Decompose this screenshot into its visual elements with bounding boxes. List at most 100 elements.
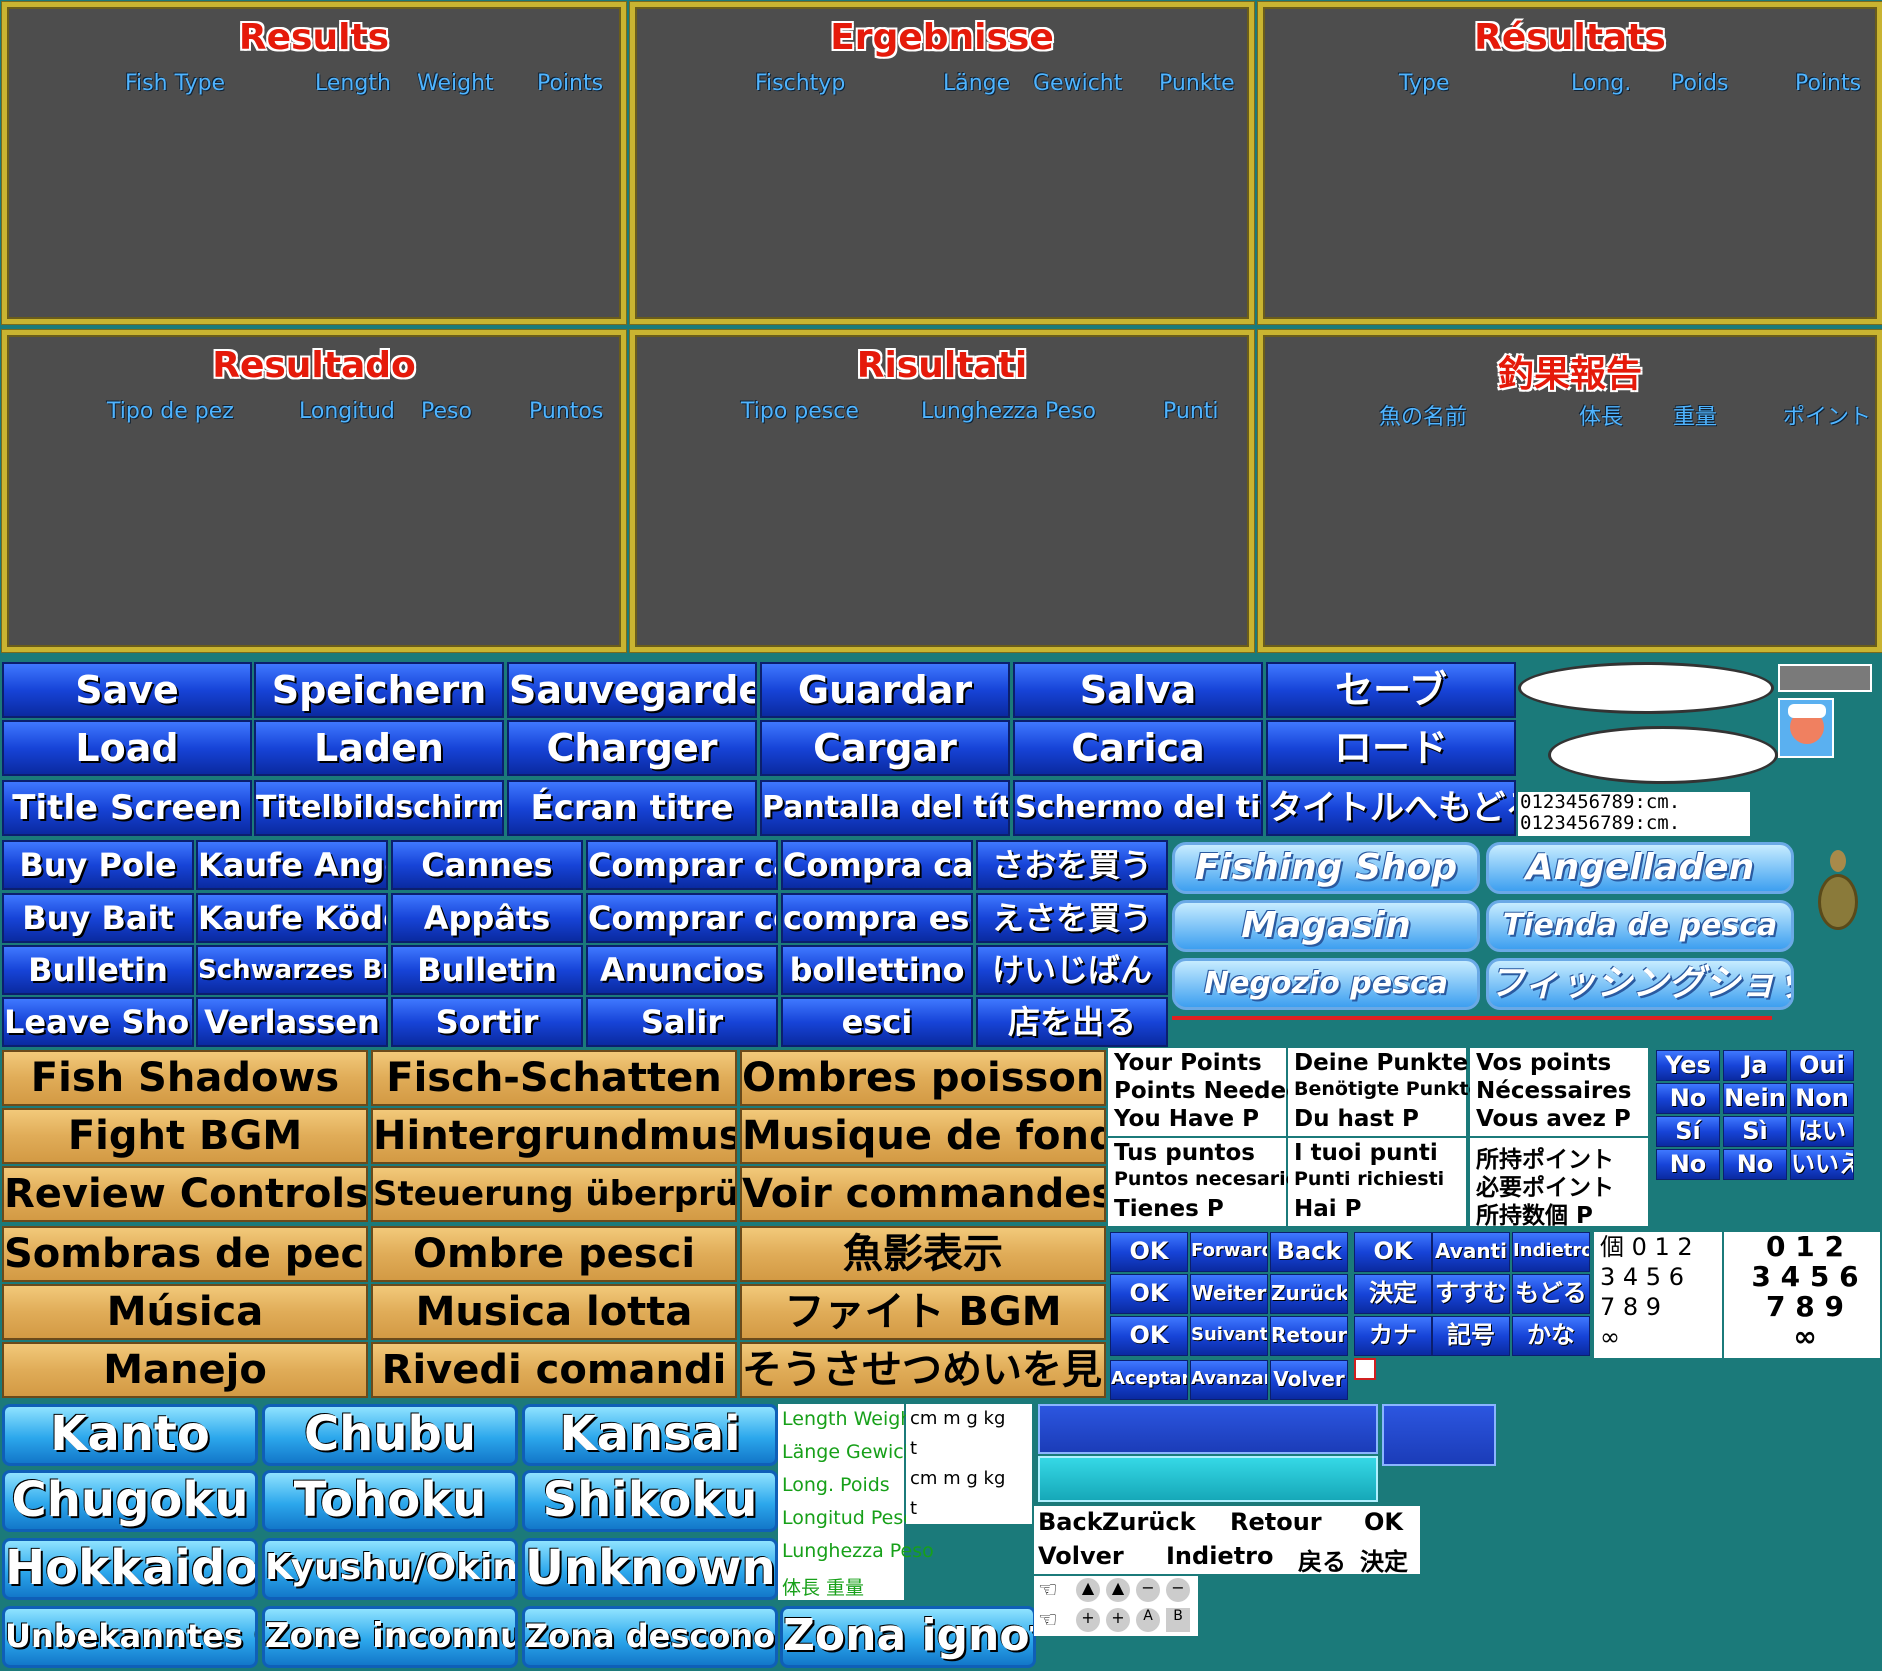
region-button[interactable]: Zona desconocida bbox=[522, 1606, 778, 1668]
shop-menu-button[interactable]: Appâts bbox=[391, 893, 583, 943]
yes-no-button[interactable]: No bbox=[1656, 1083, 1720, 1114]
menu-button[interactable]: Save bbox=[2, 662, 252, 718]
shop-menu-button[interactable]: bollettino bbox=[781, 945, 973, 995]
menu-button[interactable]: Écran titre bbox=[507, 780, 757, 836]
shop-menu-button[interactable]: Compra canna bbox=[781, 840, 973, 890]
nav-button[interactable]: かな bbox=[1512, 1316, 1590, 1356]
checkbox[interactable] bbox=[1354, 1358, 1376, 1380]
menu-button[interactable]: Schermo del titolo bbox=[1013, 780, 1263, 836]
modoru-label[interactable]: 戻る bbox=[1298, 1542, 1346, 1577]
nav-button[interactable]: Zurück bbox=[1270, 1274, 1348, 1314]
option-button[interactable]: Steuerung überprüfen bbox=[371, 1166, 737, 1222]
shop-menu-button[interactable]: Kaufe Angel bbox=[196, 840, 388, 890]
option-button[interactable]: Música bbox=[2, 1284, 368, 1340]
nav-button[interactable]: OK bbox=[1110, 1316, 1188, 1356]
menu-button[interactable]: ロード bbox=[1266, 720, 1516, 776]
yes-no-button[interactable]: No bbox=[1656, 1149, 1720, 1180]
shop-menu-button[interactable]: さおを買う bbox=[976, 840, 1168, 890]
menu-button[interactable]: Pantalla del título bbox=[760, 780, 1010, 836]
menu-button[interactable]: Carica bbox=[1013, 720, 1263, 776]
option-button[interactable]: Fish Shadows bbox=[2, 1050, 368, 1106]
region-button[interactable]: Tohoku bbox=[262, 1470, 518, 1532]
nav-button[interactable]: Forward bbox=[1190, 1232, 1268, 1272]
shop-menu-button[interactable]: Verlassen bbox=[196, 997, 388, 1047]
shop-menu-button[interactable]: Buy Bait bbox=[2, 893, 194, 943]
region-button[interactable]: Shikoku bbox=[522, 1470, 778, 1532]
region-button[interactable]: Zona ignota bbox=[780, 1606, 1036, 1668]
nav-button[interactable]: すすむ bbox=[1432, 1274, 1510, 1314]
option-button[interactable]: 魚影表示 bbox=[740, 1226, 1106, 1282]
retour-label[interactable]: Retour bbox=[1230, 1508, 1322, 1536]
menu-button[interactable]: Cargar bbox=[760, 720, 1010, 776]
region-button[interactable]: Zone inconnue bbox=[262, 1606, 518, 1668]
nav-button[interactable]: Indietro bbox=[1512, 1232, 1590, 1272]
nav-button[interactable]: もどる bbox=[1512, 1274, 1590, 1314]
kettei-label[interactable]: 決定 bbox=[1360, 1542, 1408, 1577]
menu-button[interactable]: Salva bbox=[1013, 662, 1263, 718]
shop-menu-button[interactable]: Comprar cebo bbox=[586, 893, 778, 943]
shop-menu-button[interactable]: 店を出る bbox=[976, 997, 1168, 1047]
nav-button[interactable]: カナ bbox=[1354, 1316, 1432, 1356]
volver-label[interactable]: Volver bbox=[1038, 1542, 1124, 1570]
yes-no-button[interactable]: はい bbox=[1790, 1116, 1854, 1147]
option-button[interactable]: Manejo bbox=[2, 1342, 368, 1398]
menu-button[interactable]: Load bbox=[2, 720, 252, 776]
shop-menu-button[interactable]: Cannes bbox=[391, 840, 583, 890]
shop-menu-button[interactable]: Sortir bbox=[391, 997, 583, 1047]
ok-label[interactable]: OK bbox=[1364, 1508, 1403, 1536]
yes-no-button[interactable]: Sí bbox=[1656, 1116, 1720, 1147]
shop-menu-button[interactable]: Leave Shop bbox=[2, 997, 194, 1047]
option-button[interactable]: Fisch-Schatten bbox=[371, 1050, 737, 1106]
option-button[interactable]: Hintergrundmusik bbox=[371, 1108, 737, 1164]
option-button[interactable]: Ombres poissons bbox=[740, 1050, 1106, 1106]
region-button[interactable]: Hokkaido bbox=[2, 1538, 258, 1600]
nav-button[interactable]: Retour bbox=[1270, 1316, 1348, 1356]
region-button[interactable]: Kansai bbox=[522, 1404, 778, 1466]
yes-no-button[interactable]: Yes bbox=[1656, 1050, 1720, 1081]
shop-menu-button[interactable]: Schwarzes Brett bbox=[196, 945, 388, 995]
nav-button[interactable]: Aceptar bbox=[1110, 1360, 1188, 1400]
menu-button[interactable]: Laden bbox=[254, 720, 504, 776]
shop-menu-button[interactable]: えさを買う bbox=[976, 893, 1168, 943]
option-button[interactable]: Voir commandes bbox=[740, 1166, 1106, 1222]
nav-button[interactable]: OK bbox=[1110, 1274, 1188, 1314]
shop-menu-button[interactable]: esci bbox=[781, 997, 973, 1047]
menu-button[interactable]: Titelbildschirm bbox=[254, 780, 504, 836]
option-button[interactable]: Review Controls bbox=[2, 1166, 368, 1222]
menu-button[interactable]: Sauvegarder bbox=[507, 662, 757, 718]
nav-button[interactable]: OK bbox=[1354, 1232, 1432, 1272]
region-button[interactable]: Chubu bbox=[262, 1404, 518, 1466]
option-button[interactable]: Sombras de peces bbox=[2, 1226, 368, 1282]
option-button[interactable]: そうさせつめいを見る bbox=[740, 1342, 1106, 1398]
option-button[interactable]: ファイト BGM bbox=[740, 1284, 1106, 1340]
menu-button[interactable]: セーブ bbox=[1266, 662, 1516, 718]
shop-menu-button[interactable]: compra esca bbox=[781, 893, 973, 943]
shop-menu-button[interactable]: Buy Pole bbox=[2, 840, 194, 890]
back-label[interactable]: Back bbox=[1038, 1508, 1103, 1536]
region-button[interactable]: Kanto bbox=[2, 1404, 258, 1466]
yes-no-button[interactable]: Oui bbox=[1790, 1050, 1854, 1081]
nav-button[interactable]: Weiter bbox=[1190, 1274, 1268, 1314]
shop-menu-button[interactable]: Comprar caña bbox=[586, 840, 778, 890]
indietro-label[interactable]: Indietro bbox=[1166, 1542, 1274, 1570]
shop-menu-button[interactable]: Bulletin bbox=[391, 945, 583, 995]
region-button[interactable]: Unbekanntes Gebiet bbox=[2, 1606, 258, 1668]
menu-button[interactable]: Title Screen bbox=[2, 780, 252, 836]
yes-no-button[interactable]: Sì bbox=[1723, 1116, 1787, 1147]
region-button[interactable]: Chugoku bbox=[2, 1470, 258, 1532]
nav-button[interactable]: OK bbox=[1110, 1232, 1188, 1272]
yes-no-button[interactable]: Nein bbox=[1723, 1083, 1787, 1114]
nav-button[interactable]: Suivant bbox=[1190, 1316, 1268, 1356]
nav-button[interactable]: Avanti bbox=[1432, 1232, 1510, 1272]
menu-button[interactable]: Guardar bbox=[760, 662, 1010, 718]
yes-no-button[interactable]: No bbox=[1723, 1149, 1787, 1180]
zuruck-label[interactable]: Zurück bbox=[1102, 1508, 1196, 1536]
shop-menu-button[interactable]: Kaufe Köder bbox=[196, 893, 388, 943]
shop-menu-button[interactable]: Salir bbox=[586, 997, 778, 1047]
option-button[interactable]: Musica lotta bbox=[371, 1284, 737, 1340]
yes-no-button[interactable]: Non bbox=[1790, 1083, 1854, 1114]
nav-button[interactable]: 決定 bbox=[1354, 1274, 1432, 1314]
menu-button[interactable]: Speichern bbox=[254, 662, 504, 718]
option-button[interactable]: Fight BGM bbox=[2, 1108, 368, 1164]
region-button[interactable]: Unknown Area bbox=[522, 1538, 778, 1600]
